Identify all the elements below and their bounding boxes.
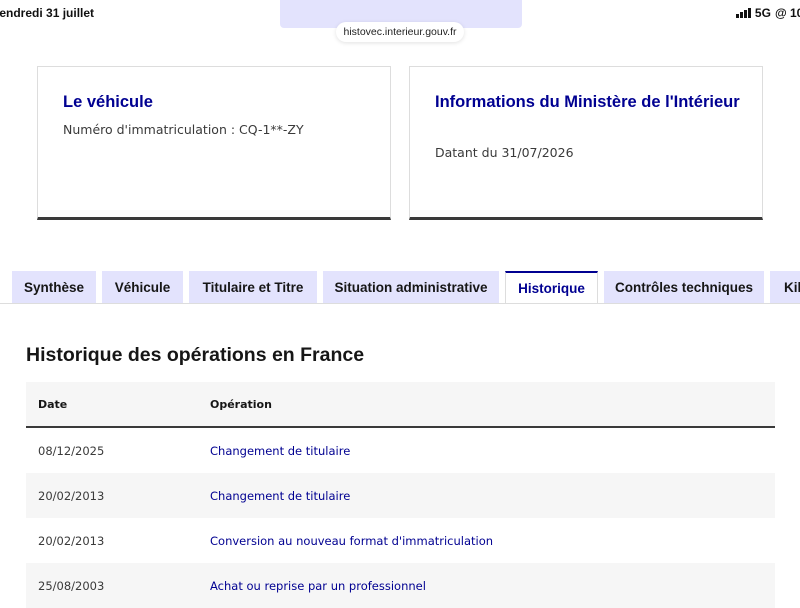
tab-historique[interactable]: Historique <box>505 271 598 304</box>
url-bar[interactable]: histovec.interieur.gouv.fr <box>336 22 464 42</box>
row-date: 20/02/2013 <box>38 533 105 548</box>
history-title: Historique des opérations en France <box>26 344 365 366</box>
row-operation: Achat ou reprise par un professionnel <box>210 578 426 593</box>
tab-titulaire[interactable]: Titulaire et Titre <box>189 271 317 303</box>
registration-number: Numéro d'immatriculation : CQ-1**-ZY <box>63 122 304 137</box>
tab-bar: Synthèse Véhicule Titulaire et Titre Sit… <box>12 271 800 304</box>
tab-kilometrage[interactable]: Kilo <box>770 271 800 303</box>
table-body: 08/12/2025 Changement de titulaire 20/02… <box>26 428 775 608</box>
header-date: Date <box>38 397 68 411</box>
ministry-date: Datant du 31/07/2026 <box>435 145 574 160</box>
vehicle-card: Le véhicule Numéro d'immatriculation : C… <box>37 66 391 220</box>
ministry-card: Informations du Ministère de l'Intérieur… <box>409 66 763 220</box>
row-date: 20/02/2013 <box>38 488 105 503</box>
battery-label: @ 100 <box>774 6 800 20</box>
tab-vehicule[interactable]: Véhicule <box>102 271 183 303</box>
header-operation: Opération <box>210 397 272 411</box>
row-operation: Changement de titulaire <box>210 443 351 458</box>
row-date: 08/12/2025 <box>38 443 105 458</box>
row-operation: Changement de titulaire <box>210 488 351 503</box>
network-label: 5G <box>754 6 771 20</box>
status-bar-time: Vendredi 31 juillet <box>0 6 95 20</box>
history-table: Date Opération 08/12/2025 Changement de … <box>26 382 775 608</box>
ministry-card-title: Informations du Ministère de l'Intérieur <box>435 93 740 111</box>
url-text: histovec.interieur.gouv.fr <box>343 26 457 38</box>
row-date: 25/08/2003 <box>38 578 105 593</box>
vehicle-card-title: Le véhicule <box>63 93 153 111</box>
tab-synthese[interactable]: Synthèse <box>12 271 96 303</box>
tab-situation-administrative[interactable]: Situation administrative <box>323 271 499 303</box>
table-row: 25/08/2003 Achat ou reprise par un profe… <box>26 563 775 608</box>
status-bar-right: 5G @ 100 <box>735 6 800 20</box>
table-header: Date Opération <box>26 382 775 428</box>
tab-controles-techniques[interactable]: Contrôles techniques <box>604 271 764 303</box>
signal-icon <box>735 8 751 18</box>
row-operation: Conversion au nouveau format d'immatricu… <box>210 533 494 548</box>
table-row: 20/02/2013 Changement de titulaire <box>26 473 775 518</box>
history-panel: Historique des opérations en France Date… <box>0 303 800 608</box>
table-row: 08/12/2025 Changement de titulaire <box>26 428 775 473</box>
table-row: 20/02/2013 Conversion au nouveau format … <box>26 518 775 563</box>
